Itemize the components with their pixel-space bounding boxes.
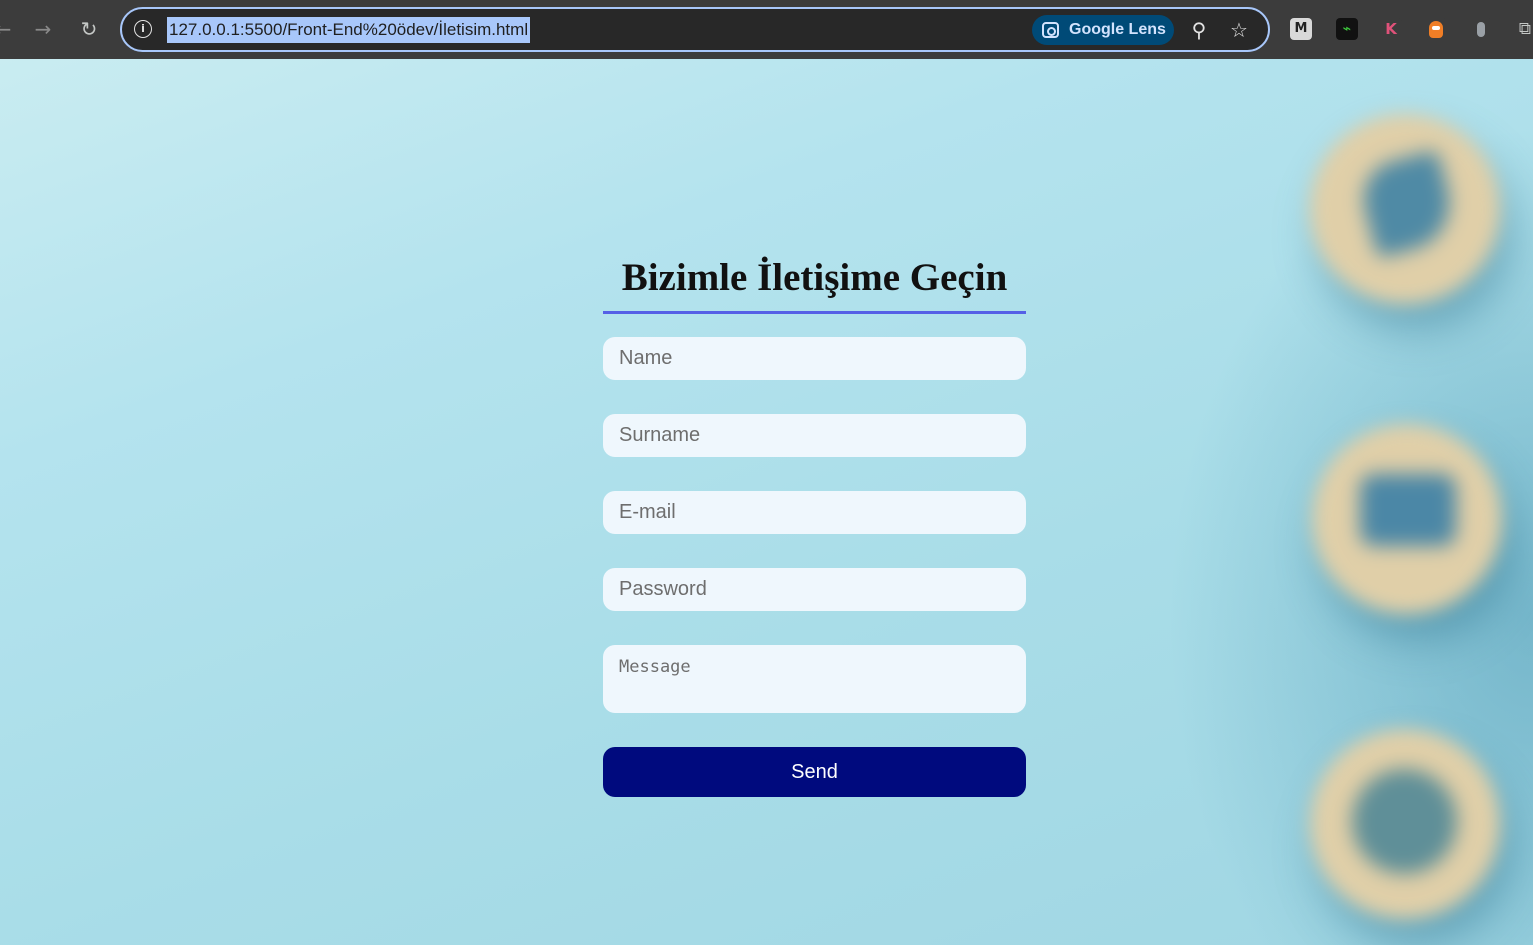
k-extension-icon[interactable]: K <box>1380 18 1402 40</box>
address-url[interactable]: 127.0.0.1:5500/Front-End%20ödev/İletisim… <box>167 17 531 43</box>
location-icon <box>1310 729 1500 919</box>
name-field[interactable] <box>603 337 1026 380</box>
back-button[interactable]: ← <box>0 14 18 44</box>
phone-glyph <box>1354 149 1461 259</box>
browser-toolbar: ← → ↻ i 127.0.0.1:5500/Front-End%20ödev/… <box>0 0 1533 59</box>
address-bar[interactable]: i 127.0.0.1:5500/Front-End%20ödev/İletis… <box>120 7 1270 52</box>
mail-glyph <box>1360 474 1456 546</box>
site-info-icon[interactable]: i <box>134 20 152 38</box>
profile-dot-extension-icon[interactable] <box>1470 18 1492 40</box>
surname-field[interactable] <box>603 414 1026 457</box>
password-field[interactable] <box>603 568 1026 611</box>
page-viewport: Bizimle İletişime Geçin Send <box>0 59 1533 945</box>
forward-button[interactable]: → <box>28 14 58 44</box>
email-field[interactable] <box>603 491 1026 534</box>
extensions-puzzle-icon[interactable]: ⧉ <box>1514 18 1533 40</box>
google-lens-button[interactable]: Google Lens <box>1032 15 1174 45</box>
bookmark-star-icon[interactable]: ☆ <box>1226 17 1252 43</box>
title-underline <box>603 311 1026 314</box>
location-glyph <box>1352 769 1457 874</box>
google-lens-label: Google Lens <box>1069 21 1166 38</box>
reload-button[interactable]: ↻ <box>74 14 104 44</box>
mail-icon <box>1312 424 1502 614</box>
m-extension-icon[interactable]: M <box>1290 18 1312 40</box>
zoom-icon[interactable]: ⚲ <box>1186 17 1212 43</box>
pulse-extension-icon[interactable]: ⌁ <box>1336 18 1358 40</box>
lens-icon <box>1042 22 1059 38</box>
page-title: Bizimle İletişime Geçin <box>621 256 1008 299</box>
message-field[interactable] <box>603 645 1026 713</box>
phone-icon <box>1310 114 1500 304</box>
fox-extension-icon[interactable] <box>1425 18 1447 40</box>
send-button[interactable]: Send <box>603 747 1026 797</box>
